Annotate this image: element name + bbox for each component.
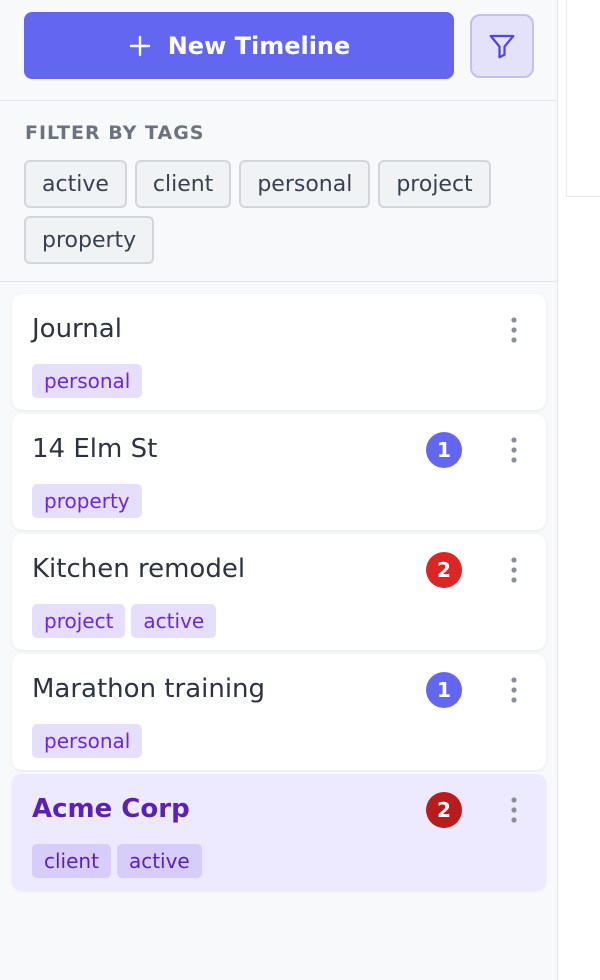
timeline-tags: personal — [32, 364, 143, 398]
timeline-card[interactable]: Journal personal — [12, 294, 546, 410]
new-timeline-label: New Timeline — [167, 31, 351, 60]
notification-badge: 1 — [426, 432, 462, 468]
tag-filter-title: FILTER BY TAGS — [25, 122, 205, 144]
timeline-tags: personal — [32, 724, 143, 758]
kebab-menu-icon — [511, 677, 517, 703]
tag-filter-section: FILTER BY TAGS active client personal proje… — [0, 101, 558, 282]
notification-badge: 1 — [426, 672, 462, 708]
timeline-tag: client — [32, 844, 111, 878]
more-options-button[interactable] — [500, 434, 528, 466]
notification-badge: 2 — [426, 552, 462, 588]
timeline-tags: property — [32, 484, 142, 518]
tag-filter-chip-client[interactable]: client — [134, 160, 232, 208]
timeline-tags: client active — [32, 844, 202, 878]
timeline-tag: personal — [32, 364, 143, 398]
timeline-card[interactable]: Marathon training 1 personal — [12, 654, 546, 770]
timeline-card[interactable]: 14 Elm St 1 property — [12, 414, 546, 530]
plus-icon — [129, 35, 150, 56]
more-options-button[interactable] — [500, 794, 528, 826]
new-timeline-button[interactable]: New Timeline — [24, 12, 454, 79]
kebab-menu-icon — [511, 317, 517, 343]
timeline-tag: project — [32, 604, 126, 638]
more-options-button[interactable] — [500, 314, 528, 346]
kebab-menu-icon — [511, 437, 517, 463]
tag-filter-chip-property[interactable]: property — [24, 216, 155, 264]
timeline-tag: active — [116, 844, 202, 878]
timeline-card[interactable]: Kitchen remodel 2 project active — [12, 534, 546, 650]
timeline-tags: project active — [32, 604, 217, 638]
tag-filter-chip-personal[interactable]: personal — [239, 160, 371, 208]
tag-filter-list: active client personal project property — [24, 160, 544, 264]
more-options-button[interactable] — [500, 554, 528, 586]
tag-filter-chip-project[interactable]: project — [378, 160, 491, 208]
timeline-tag: property — [32, 484, 142, 518]
timeline-list: Journal personal 14 Elm St 1 property Kitchen… — [12, 294, 546, 894]
kebab-menu-icon — [511, 797, 517, 823]
notification-badge: 2 — [426, 792, 462, 828]
timeline-title: Kitchen remodel — [32, 554, 246, 584]
timeline-title: Journal — [32, 314, 122, 344]
filter-button[interactable] — [470, 14, 534, 78]
timeline-tag: personal — [32, 724, 143, 758]
kebab-menu-icon — [511, 557, 517, 583]
timeline-card[interactable]: Acme Corp 2 client active — [12, 774, 546, 890]
more-options-button[interactable] — [500, 674, 528, 706]
timeline-title: 14 Elm St — [32, 434, 158, 464]
tag-filter-chip-active[interactable]: active — [24, 160, 127, 208]
content-panel-edge — [566, 0, 600, 197]
timeline-tag: active — [131, 604, 217, 638]
sidebar-header: New Timeline — [0, 0, 558, 101]
timeline-sidebar: New Timeline FILTER BY TAGS active client… — [0, 0, 558, 980]
filter-icon — [489, 34, 515, 59]
timeline-title: Acme Corp — [32, 794, 190, 824]
timeline-title: Marathon training — [32, 674, 266, 704]
